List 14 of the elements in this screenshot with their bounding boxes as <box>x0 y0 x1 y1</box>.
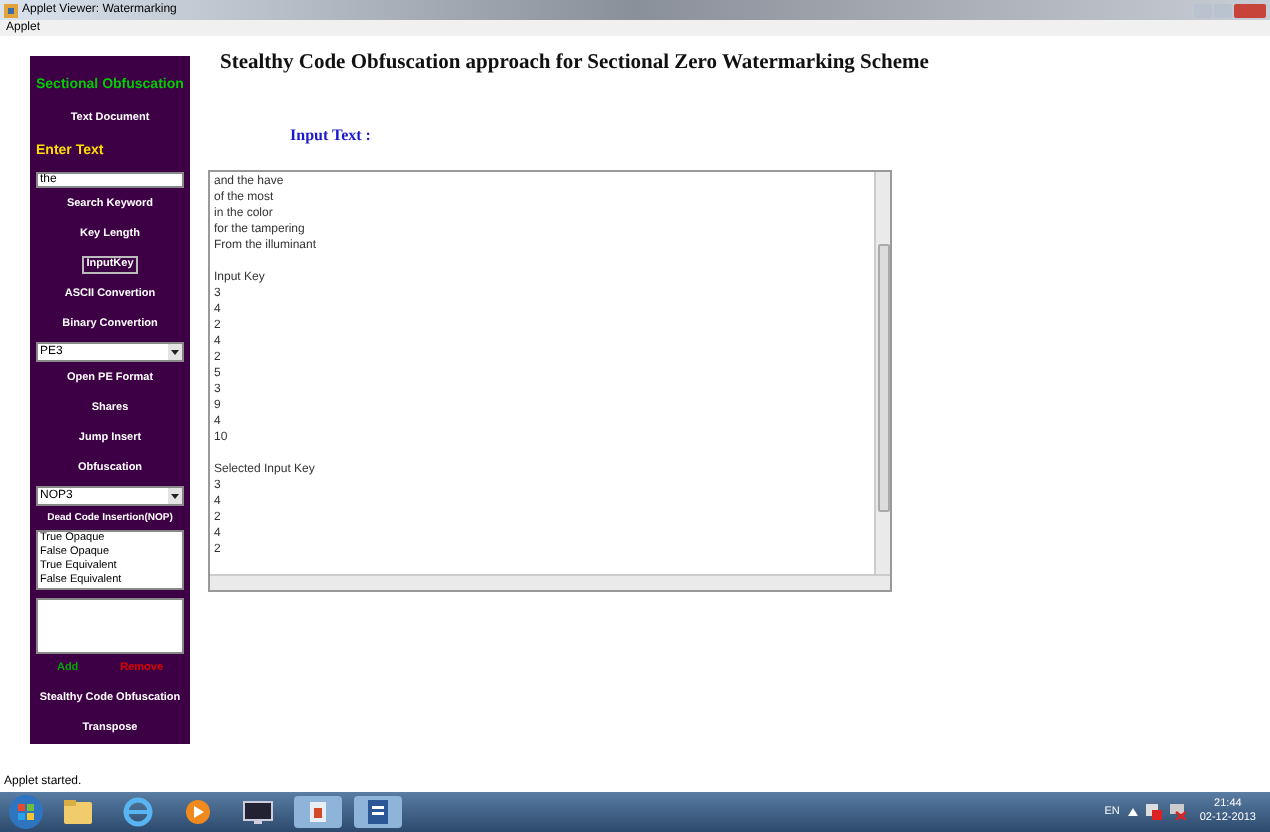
word-icon[interactable] <box>352 794 404 830</box>
horizontal-scrollbar[interactable] <box>210 574 890 590</box>
page-title: Stealthy Code Obfuscation approach for Sectional Zero Watermarking Scheme <box>220 50 931 78</box>
dropdown-arrow-icon[interactable] <box>168 344 182 361</box>
caret-up-icon[interactable] <box>1127 808 1138 816</box>
flag-icon[interactable] <box>1145 804 1162 820</box>
close-button[interactable] <box>1234 3 1266 17</box>
input-text-label: Input Text : <box>290 124 371 148</box>
text-area-field[interactable] <box>36 598 184 654</box>
dropdown-arrow-icon[interactable] <box>168 488 182 505</box>
vertical-scrollbar[interactable] <box>874 172 890 574</box>
app-icon <box>4 3 18 17</box>
start-button[interactable] <box>8 794 44 830</box>
network-icon[interactable] <box>1169 804 1186 820</box>
